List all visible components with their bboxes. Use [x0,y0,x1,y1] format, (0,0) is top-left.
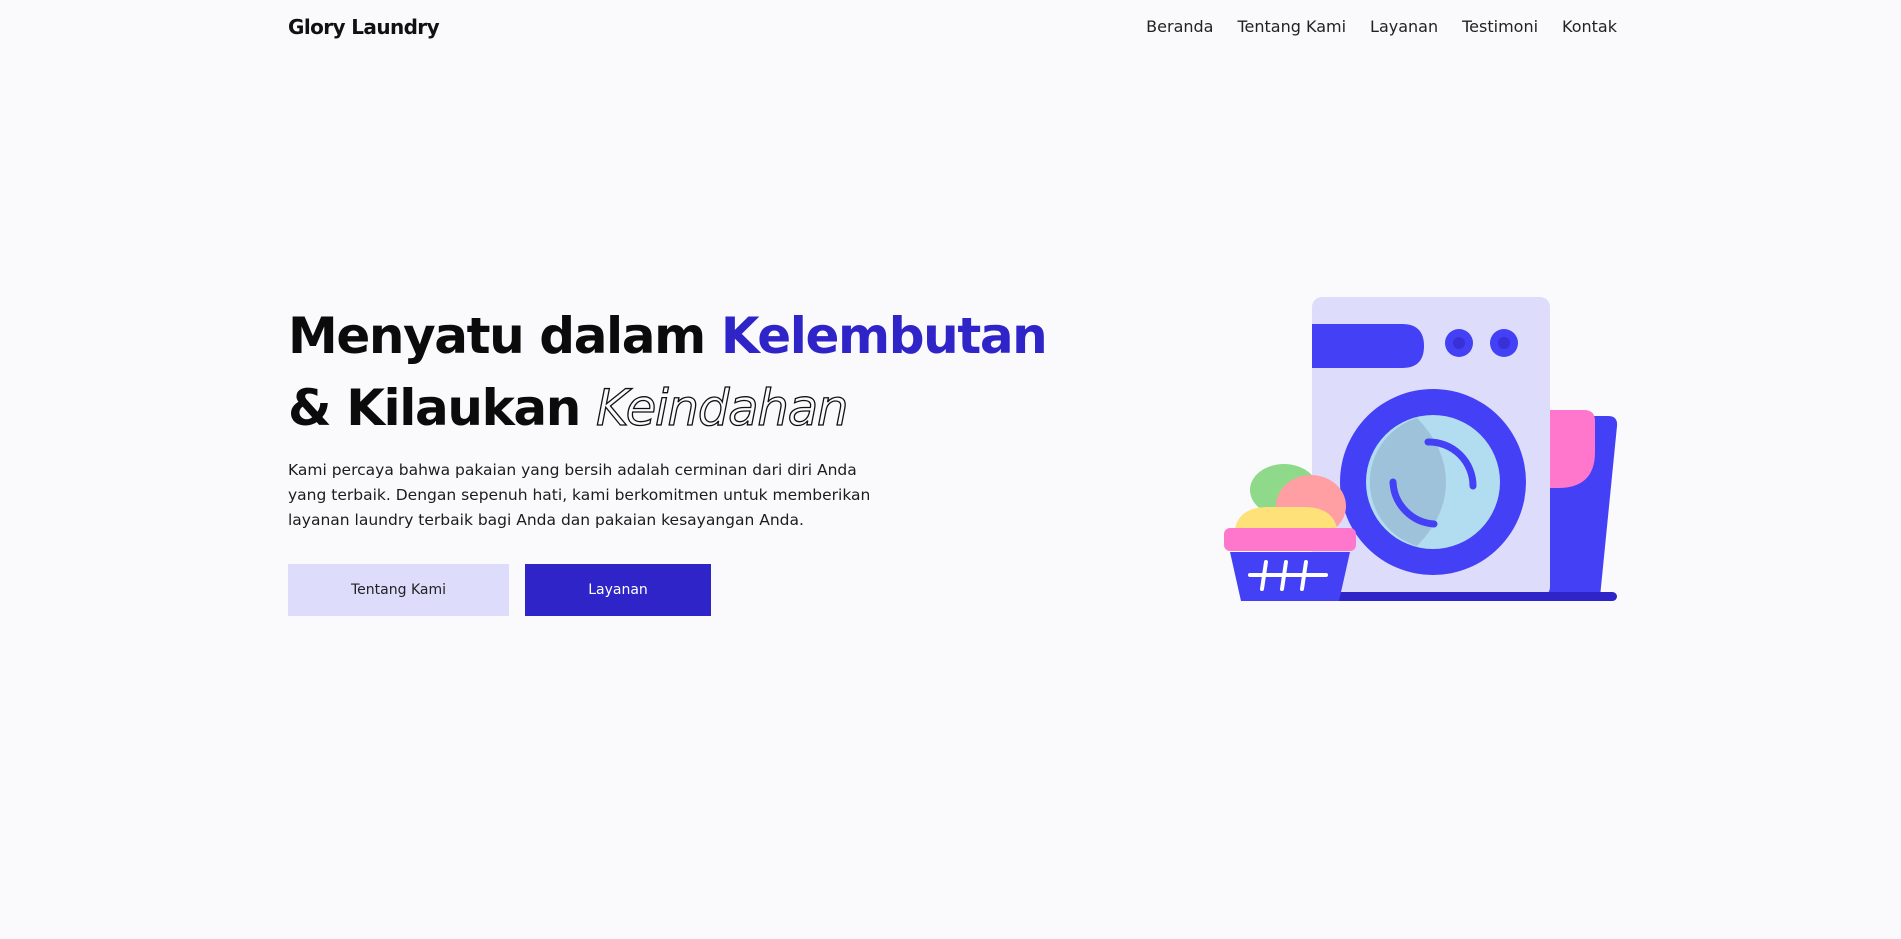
hero-description: Kami percaya bahwa pakaian yang bersih a… [288,461,871,529]
hero-section: Menyatu dalam Kelembutan & Kilaukan Kein… [288,300,1048,533]
brand-logo[interactable]: Glory Laundry [288,15,440,39]
basket-rim-shape [1224,528,1356,551]
layanan-button[interactable]: Layanan [525,564,711,616]
headline-outline-word: Keindahan [595,378,849,437]
headline-line-2: & Kilaukan Keindahan [288,378,849,437]
tentang-kami-button[interactable]: Tentang Kami [288,564,509,616]
nav-item-testimoni: Testimoni [1462,17,1538,37]
nav-link-beranda[interactable]: Beranda [1146,17,1213,36]
headline-text-2: & Kilaukan [288,379,596,437]
hero-headline: Menyatu dalam Kelembutan & Kilaukan Kein… [288,300,1048,444]
nav-menu: Beranda Tentang Kami Layanan Testimoni K… [1122,17,1617,37]
washing-machine-icon [1224,297,1618,601]
navbar: Glory Laundry Beranda Tentang Kami Layan… [288,0,1617,54]
nav-link-kontak[interactable]: Kontak [1562,17,1617,36]
control-panel-shape [1312,324,1424,368]
hero-actions: Tentang Kami Layanan [288,564,711,616]
washing-machine-illustration [1220,290,1620,610]
headline-accent-word: Kelembutan [720,307,1048,365]
nav-item-kontak: Kontak [1562,17,1617,37]
headline-text-1: Menyatu dalam [288,307,721,365]
headline-line-1: Menyatu dalam Kelembutan [288,307,1048,365]
nav-item-layanan: Layanan [1370,17,1438,37]
nav-item-tentang-kami: Tentang Kami [1237,17,1346,37]
nav-item-beranda: Beranda [1146,17,1213,37]
nav-link-layanan[interactable]: Layanan [1370,17,1438,36]
nav-link-testimoni[interactable]: Testimoni [1462,17,1538,36]
nav-link-tentang-kami[interactable]: Tentang Kami [1237,17,1346,36]
